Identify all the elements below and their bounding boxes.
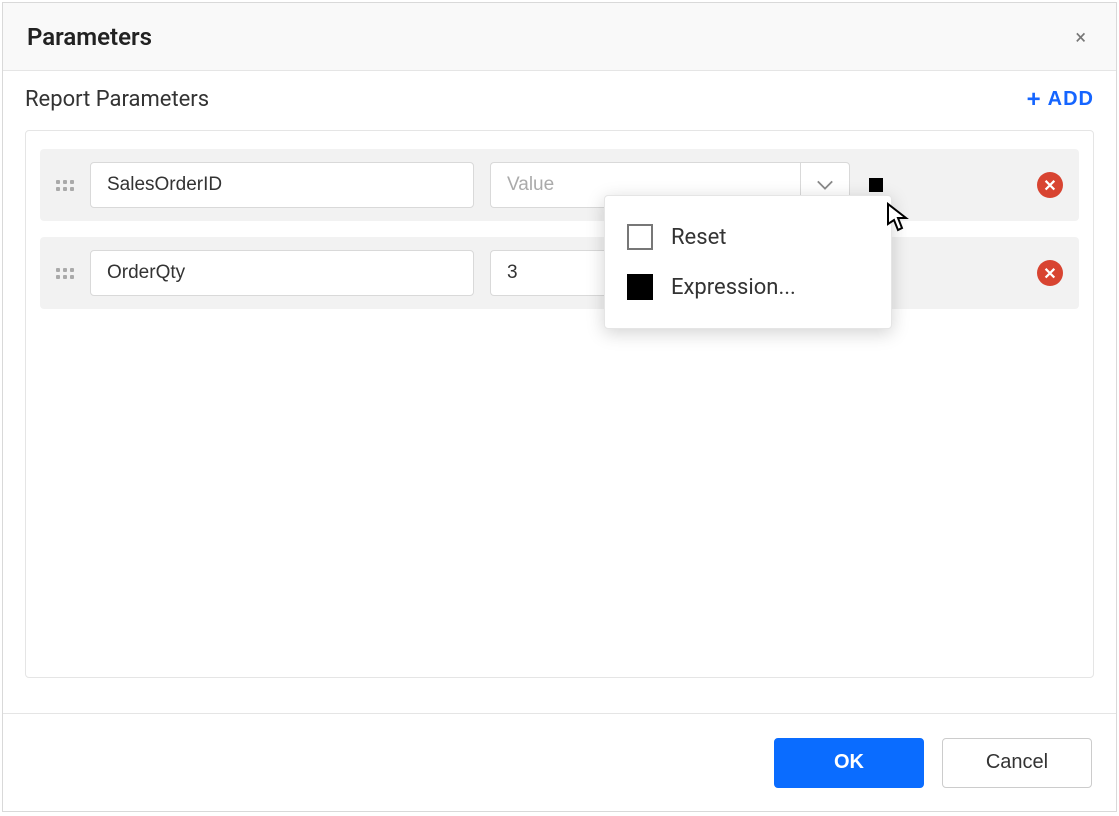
plus-icon: + [1027,88,1042,112]
ok-button[interactable]: OK [774,738,924,788]
popup-item-label: Reset [671,225,726,250]
drag-handle-icon[interactable] [56,261,74,285]
close-icon[interactable]: × [1069,19,1092,55]
expression-indicator[interactable] [866,178,886,192]
section-header: Report Parameters + ADD [25,87,1094,112]
popup-item-label: Expression... [671,275,796,300]
parameter-name-input[interactable] [90,162,474,208]
section-title: Report Parameters [25,87,209,112]
dialog-footer: OK Cancel [3,713,1116,811]
empty-swatch-icon [627,224,653,250]
popup-item-reset[interactable]: Reset [605,212,891,262]
solid-swatch-icon [627,274,653,300]
parameter-row: ✕ [40,237,1079,309]
parameter-name-input[interactable] [90,250,474,296]
remove-icon: ✕ [1043,264,1056,283]
remove-button[interactable]: ✕ [1037,260,1063,286]
parameters-dialog: Parameters × Report Parameters + ADD [2,2,1117,812]
popup-item-expression[interactable]: Expression... [605,262,891,312]
expression-icon [869,178,883,192]
parameters-panel: ✕ ✕ [25,130,1094,678]
drag-handle-icon[interactable] [56,173,74,197]
remove-button[interactable]: ✕ [1037,172,1063,198]
parameter-row: ✕ [40,149,1079,221]
remove-icon: ✕ [1043,176,1056,195]
cancel-button[interactable]: Cancel [942,738,1092,788]
dialog-title: Parameters [27,23,152,51]
add-button[interactable]: + ADD [1027,88,1094,112]
dialog-header: Parameters × [3,3,1116,71]
add-button-label: ADD [1048,88,1094,111]
chevron-down-icon [816,179,834,191]
dialog-body: Report Parameters + ADD [3,71,1116,713]
expression-popup: Reset Expression... [604,195,892,329]
